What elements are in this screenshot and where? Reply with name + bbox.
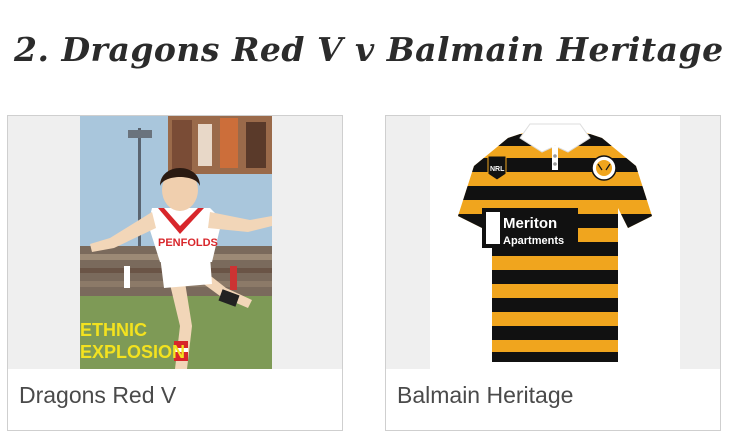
sponsor-text-meriton: Meriton: [503, 215, 557, 232]
magazine-text-line2: EXPLOSION: [80, 342, 185, 362]
magazine-text-line1: ETHNIC: [80, 320, 147, 340]
sponsor-text-apartments: Apartments: [503, 235, 564, 247]
card-media: PENFOLDS ETHNIC EXPLOSION: [8, 116, 342, 369]
card-caption[interactable]: Dragons Red V: [19, 382, 176, 409]
balmain-jersey-image: NRL Meriton Apartments: [430, 116, 680, 369]
page-title: 2. Dragons Red V v Balmain Heritage: [14, 30, 724, 70]
dragons-player-photo: PENFOLDS ETHNIC EXPLOSION: [80, 116, 272, 369]
nrl-badge-text: NRL: [490, 166, 505, 173]
card-balmain-heritage[interactable]: NRL Meriton Apartments Balmain Heritage: [385, 115, 721, 431]
jersey-sponsor-text: PENFOLDS: [158, 237, 218, 249]
card-media: NRL Meriton Apartments: [386, 116, 720, 369]
card-caption[interactable]: Balmain Heritage: [397, 382, 573, 409]
card-dragons-red-v[interactable]: PENFOLDS ETHNIC EXPLOSION Dragons Red V: [7, 115, 343, 431]
